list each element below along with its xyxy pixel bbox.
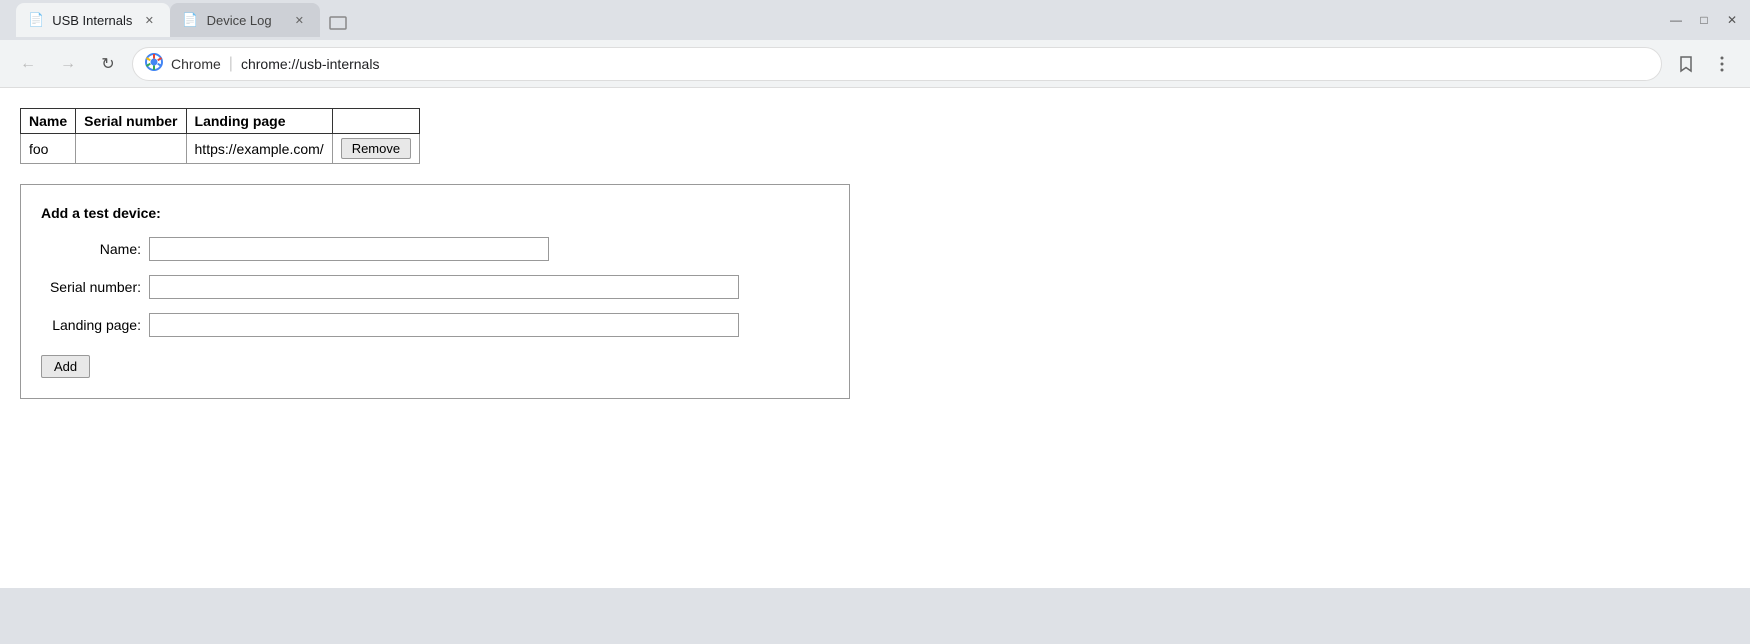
bookmark-button[interactable] <box>1670 48 1702 80</box>
col-header-action <box>332 109 419 134</box>
nav-bar: ← → ↻ Chrome | chrome://usb-internals <box>0 40 1750 88</box>
device-name-cell: foo <box>21 134 76 164</box>
landing-input[interactable] <box>149 313 739 337</box>
col-header-serial: Serial number <box>76 109 186 134</box>
minimize-button[interactable]: — <box>1666 10 1686 30</box>
tab-device-log-icon: 📄 <box>182 12 198 28</box>
remove-button[interactable]: Remove <box>341 138 411 159</box>
back-button[interactable]: ← <box>12 48 44 80</box>
tab-usb-internals-label: USB Internals <box>52 13 132 28</box>
tab-device-log-label: Device Log <box>207 13 283 28</box>
address-divider: | <box>229 55 233 73</box>
devices-table: Name Serial number Landing page foo http… <box>20 108 420 164</box>
new-tab-button[interactable] <box>324 9 352 37</box>
tab-usb-internals-close[interactable]: ✕ <box>140 11 158 29</box>
page-content: Name Serial number Landing page foo http… <box>0 88 1750 588</box>
reload-button[interactable]: ↻ <box>92 48 124 80</box>
name-row: Name: <box>41 237 829 261</box>
device-serial-cell <box>76 134 186 164</box>
col-header-landing: Landing page <box>186 109 332 134</box>
chrome-icon <box>145 53 163 75</box>
serial-row: Serial number: <box>41 275 829 299</box>
close-button[interactable]: ✕ <box>1722 10 1742 30</box>
name-input[interactable] <box>149 237 549 261</box>
site-label: Chrome <box>171 56 221 72</box>
address-url: chrome://usb-internals <box>241 56 380 72</box>
add-button[interactable]: Add <box>41 355 90 378</box>
device-landing-cell: https://example.com/ <box>186 134 332 164</box>
table-row: foo https://example.com/ Remove <box>21 134 420 164</box>
tab-device-log-close[interactable]: ✕ <box>290 11 308 29</box>
add-device-box: Add a test device: Name: Serial number: … <box>20 184 850 399</box>
tab-device-log[interactable]: 📄 Device Log ✕ <box>170 3 320 37</box>
tab-page-icon: 📄 <box>28 12 44 28</box>
landing-row: Landing page: <box>41 313 829 337</box>
more-options-button[interactable] <box>1706 48 1738 80</box>
device-action-cell: Remove <box>332 134 419 164</box>
tab-usb-internals[interactable]: 📄 USB Internals ✕ <box>16 3 170 37</box>
landing-label: Landing page: <box>41 317 141 333</box>
add-device-title: Add a test device: <box>41 205 829 221</box>
serial-label: Serial number: <box>41 279 141 295</box>
name-label: Name: <box>41 241 141 257</box>
forward-button[interactable]: → <box>52 48 84 80</box>
address-bar[interactable]: Chrome | chrome://usb-internals <box>132 47 1662 81</box>
col-header-name: Name <box>21 109 76 134</box>
maximize-button[interactable]: □ <box>1694 10 1714 30</box>
serial-input[interactable] <box>149 275 739 299</box>
